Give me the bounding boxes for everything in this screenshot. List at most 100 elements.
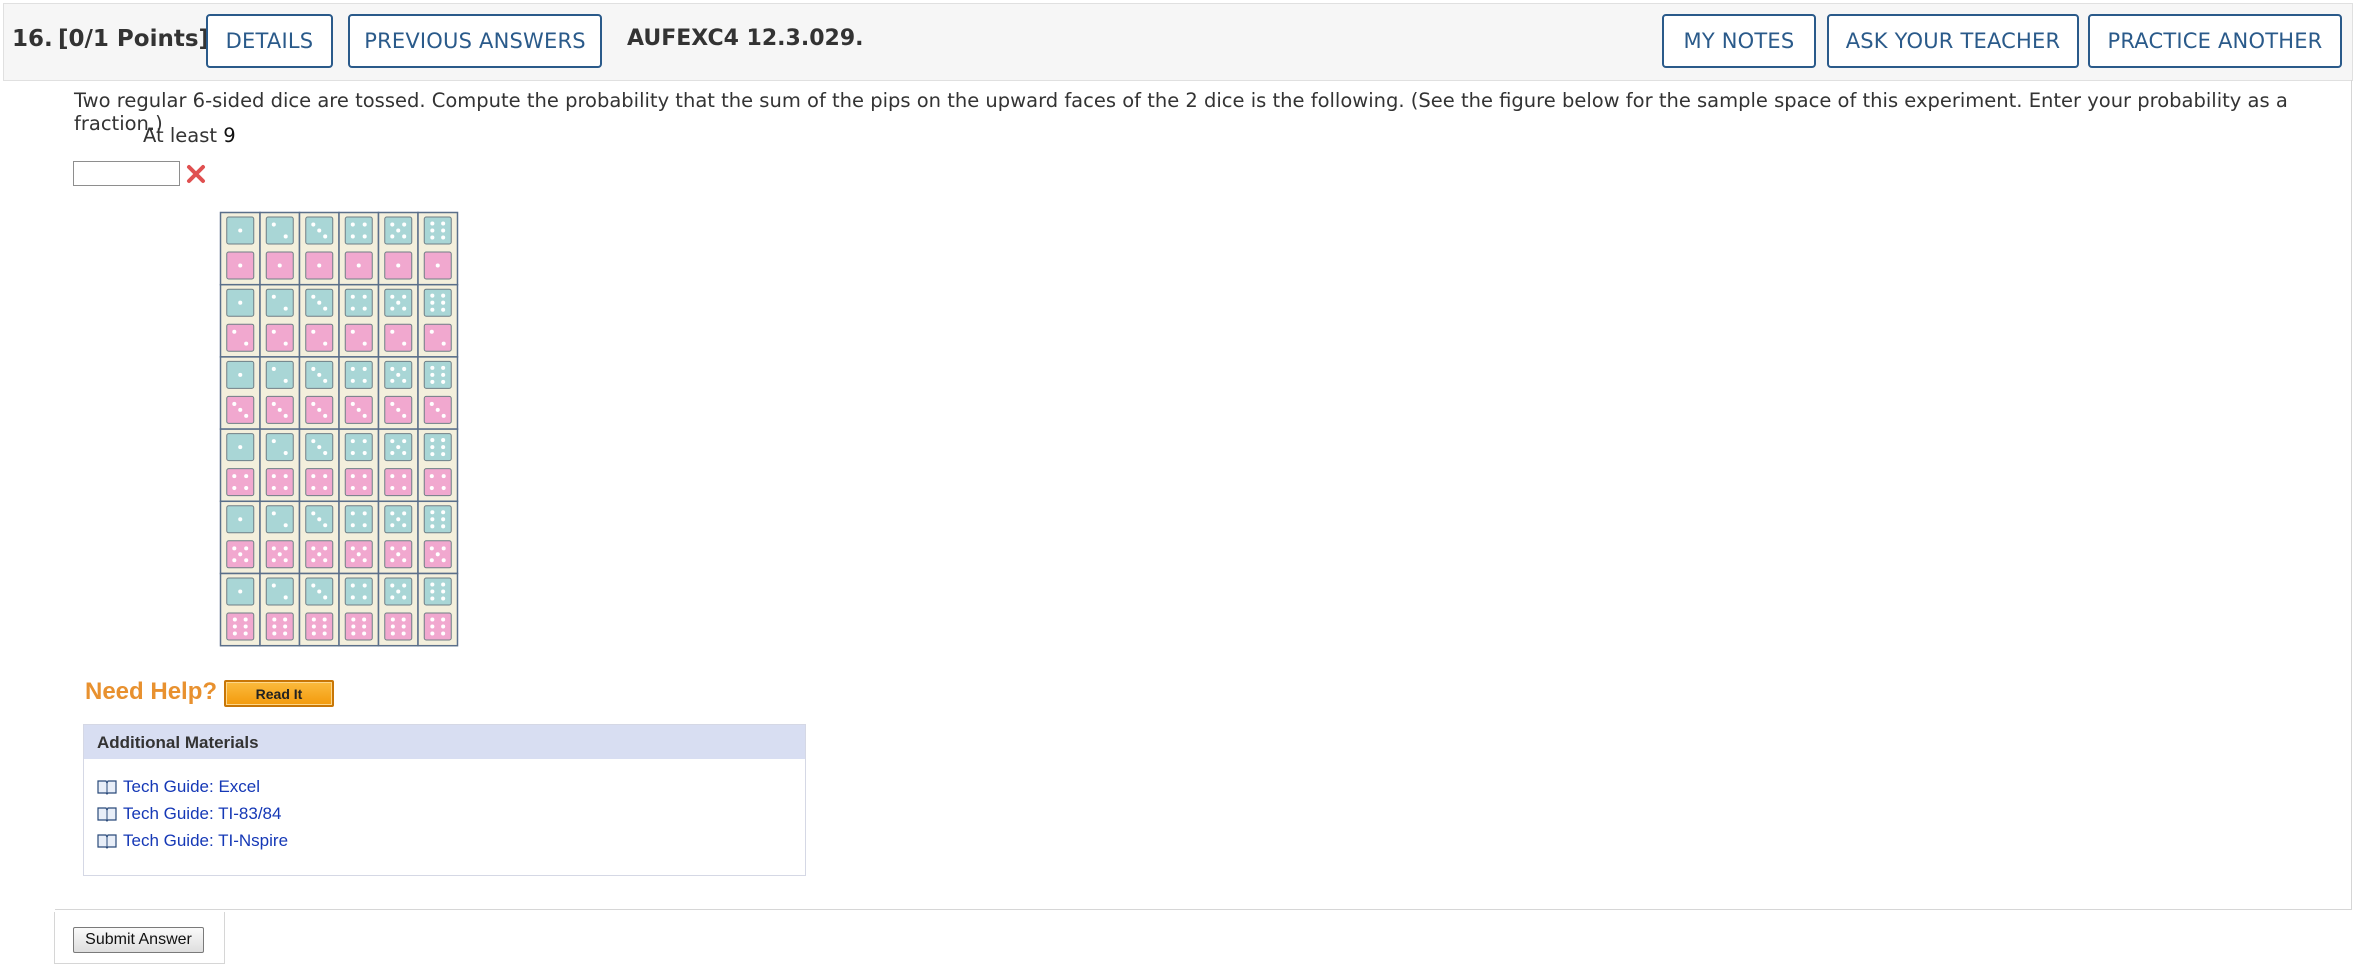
additional-materials-panel: Additional Materials Tech Guide: Excel T…: [83, 724, 806, 876]
my-notes-button[interactable]: MY NOTES: [1662, 14, 1816, 68]
details-button[interactable]: DETAILS: [206, 14, 333, 68]
answer-input[interactable]: [73, 161, 180, 186]
second-die: [226, 251, 255, 280]
second-die: [423, 251, 452, 280]
first-die: [226, 577, 255, 606]
first-die: [344, 505, 373, 534]
second-die: [265, 395, 294, 424]
condition-value: 9: [223, 124, 236, 147]
tech-guide-excel-link[interactable]: Tech Guide: Excel: [97, 777, 260, 797]
previous-answers-button[interactable]: PREVIOUS ANSWERS: [348, 14, 602, 68]
second-die: [384, 395, 413, 424]
condition-line: At least 9: [143, 124, 236, 147]
submit-answer-button[interactable]: Submit Answer: [73, 927, 204, 953]
points-label: [0/1 Points]: [58, 26, 210, 52]
second-die: [226, 395, 255, 424]
question-text: Two regular 6-sided dice are tossed. Com…: [74, 89, 2288, 135]
second-die: [226, 323, 255, 352]
tech-guide-tinspire-link[interactable]: Tech Guide: TI-Nspire: [97, 831, 288, 851]
first-die: [265, 288, 294, 317]
additional-materials-title: Additional Materials: [84, 725, 805, 759]
second-die: [423, 540, 452, 569]
second-die: [344, 251, 373, 280]
question-code: AUFEXC4 12.3.029.: [627, 26, 864, 51]
first-die: [384, 216, 413, 245]
tech-guide-ti83-link[interactable]: Tech Guide: TI-83/84: [97, 804, 281, 824]
first-die: [226, 505, 255, 534]
second-die: [265, 251, 294, 280]
first-die: [384, 360, 413, 389]
first-die: [423, 577, 452, 606]
first-die: [423, 360, 452, 389]
second-die: [423, 323, 452, 352]
second-die: [265, 323, 294, 352]
second-die: [305, 468, 334, 497]
ask-your-teacher-button[interactable]: ASK YOUR TEACHER: [1827, 14, 2079, 68]
first-die: [384, 577, 413, 606]
first-die: [344, 288, 373, 317]
first-die: [265, 577, 294, 606]
first-die: [423, 288, 452, 317]
first-die: [423, 505, 452, 534]
book-icon: [97, 807, 117, 822]
second-die: [265, 540, 294, 569]
second-die: [423, 395, 452, 424]
first-die: [384, 433, 413, 462]
second-die: [265, 468, 294, 497]
first-die: [344, 360, 373, 389]
need-help-label: Need Help?: [85, 678, 218, 705]
dice-sample-space-figure: [219, 211, 459, 647]
second-die: [344, 468, 373, 497]
first-die: [226, 433, 255, 462]
first-die: [305, 288, 334, 317]
second-die: [226, 540, 255, 569]
first-die: [265, 216, 294, 245]
condition-prefix: At least: [143, 124, 218, 147]
incorrect-x-icon: [187, 165, 205, 183]
second-die: [384, 468, 413, 497]
second-die: [384, 612, 413, 641]
first-die: [384, 505, 413, 534]
first-die: [384, 288, 413, 317]
second-die: [305, 395, 334, 424]
second-die: [344, 395, 373, 424]
first-die: [305, 577, 334, 606]
read-it-button[interactable]: Read It: [224, 680, 334, 707]
first-die: [305, 433, 334, 462]
question-number: 16.: [12, 26, 53, 52]
second-die: [384, 540, 413, 569]
first-die: [344, 577, 373, 606]
second-die: [384, 251, 413, 280]
second-die: [344, 612, 373, 641]
first-die: [344, 433, 373, 462]
tech-guide-ti83-label: Tech Guide: TI-83/84: [123, 804, 282, 823]
second-die: [226, 612, 255, 641]
second-die: [305, 612, 334, 641]
second-die: [384, 323, 413, 352]
second-die: [226, 468, 255, 497]
first-die: [226, 216, 255, 245]
book-icon: [97, 834, 117, 849]
first-die: [265, 505, 294, 534]
first-die: [423, 433, 452, 462]
second-die: [344, 323, 373, 352]
book-icon: [97, 780, 117, 795]
second-die: [265, 612, 294, 641]
first-die: [305, 360, 334, 389]
tech-guide-excel-label: Tech Guide: Excel: [123, 777, 261, 796]
first-die: [344, 216, 373, 245]
second-die: [305, 251, 334, 280]
first-die: [305, 505, 334, 534]
first-die: [226, 360, 255, 389]
first-die: [305, 216, 334, 245]
second-die: [423, 612, 452, 641]
practice-another-button[interactable]: PRACTICE ANOTHER: [2088, 14, 2342, 68]
second-die: [344, 540, 373, 569]
tech-guide-tinspire-label: Tech Guide: TI-Nspire: [123, 831, 289, 850]
second-die: [423, 468, 452, 497]
first-die: [265, 433, 294, 462]
first-die: [265, 360, 294, 389]
first-die: [423, 216, 452, 245]
second-die: [305, 540, 334, 569]
second-die: [305, 323, 334, 352]
